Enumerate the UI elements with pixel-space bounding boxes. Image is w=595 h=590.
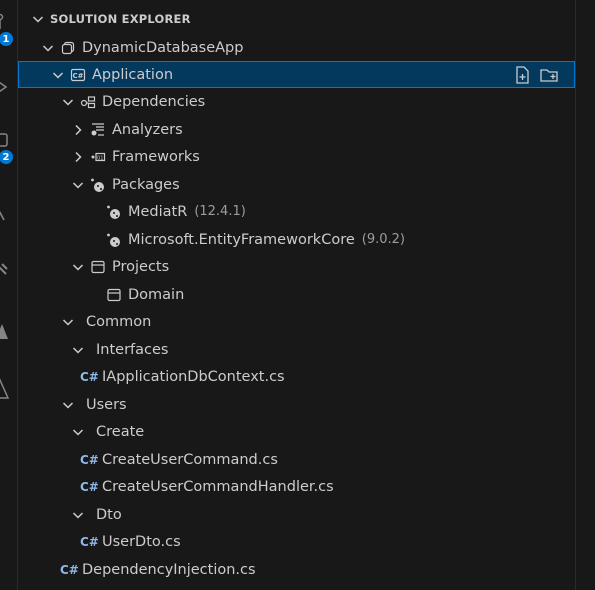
csharp-file-icon: C#	[80, 479, 99, 494]
tree-item-dependencies[interactable]: Dependencies	[18, 88, 575, 115]
tree-item-label: DynamicDatabaseApp	[82, 39, 244, 56]
csharp-file-icon: C#	[80, 534, 99, 549]
tree-item-file-createusercommandhandler[interactable]: C# CreateUserCommandHandler.cs	[18, 473, 575, 500]
testing-icon[interactable]	[0, 202, 16, 224]
tree-item-label: UserDto.cs	[102, 533, 181, 550]
tree-item-label: Analyzers	[112, 121, 183, 138]
tree-item-package-efcore[interactable]: Microsoft.EntityFrameworkCore (9.0.2)	[18, 226, 575, 253]
panel-header[interactable]: SOLUTION EXPLORER	[18, 8, 575, 30]
tree-item-label: Frameworks	[112, 148, 200, 165]
chevron-right-icon[interactable]	[70, 122, 86, 138]
csharp-file-icon: C#	[80, 369, 99, 384]
tree-item-label: Packages	[112, 176, 180, 193]
tree-item-label: IApplicationDbContext.cs	[102, 368, 285, 385]
svg-text:C#: C#	[72, 72, 83, 80]
tree-item-folder-create[interactable]: Create	[18, 418, 575, 445]
tree-item-folder-users[interactable]: Users	[18, 391, 575, 418]
chevron-down-icon[interactable]	[30, 11, 46, 27]
csharp-file-icon: C#	[60, 562, 79, 577]
new-file-icon[interactable]	[513, 65, 533, 85]
tree-item-frameworks[interactable]: 01 Frameworks	[18, 143, 575, 170]
wrench-icon[interactable]	[0, 258, 16, 280]
chevron-down-icon[interactable]	[70, 342, 86, 358]
tree-item-label: DependencyInjection.cs	[82, 561, 256, 578]
tree-item-file-iapplicationdbcontext[interactable]: C# IApplicationDbContext.cs	[18, 363, 575, 390]
tree-item-folder-common[interactable]: Common	[18, 308, 575, 335]
tree-item-folder-dto[interactable]: Dto	[18, 501, 575, 528]
chevron-down-icon[interactable]	[70, 177, 86, 193]
tree-item-solution[interactable]: DynamicDatabaseApp	[18, 34, 575, 61]
tree-item-folder-interfaces[interactable]: Interfaces	[18, 336, 575, 363]
chevron-right-icon[interactable]	[70, 149, 86, 165]
tree-item-file-createusercommand[interactable]: C# CreateUserCommand.cs	[18, 446, 575, 473]
solution-explorer-panel: SOLUTION EXPLORER DynamicDatabaseApp C# …	[18, 0, 575, 590]
tree-item-label: Microsoft.EntityFrameworkCore	[128, 231, 355, 248]
tree-item-label: Projects	[112, 258, 170, 275]
tree-item-label: Domain	[128, 286, 185, 303]
package-icon	[107, 205, 120, 219]
package-icon	[91, 178, 104, 192]
chevron-down-icon[interactable]	[70, 259, 86, 275]
source-control-badge: 1	[0, 31, 14, 47]
chevron-down-icon[interactable]	[60, 314, 76, 330]
dependencies-icon	[80, 95, 96, 108]
tree-item-label: CreateUserCommand.cs	[102, 451, 278, 468]
tree-item-label: MediatR	[128, 203, 188, 220]
project-icon	[107, 288, 121, 301]
tree-item-label: Application	[92, 66, 174, 83]
solution-icon	[61, 41, 75, 54]
chevron-down-icon[interactable]	[50, 67, 66, 83]
tree-item-file-dependencyinjection[interactable]: C# DependencyInjection.cs	[18, 556, 575, 583]
project-icon	[91, 260, 105, 273]
csharp-file-icon: C#	[80, 452, 99, 467]
warning-icon[interactable]	[0, 322, 16, 344]
package-version: (12.4.1)	[194, 204, 246, 219]
flask-icon[interactable]	[0, 378, 16, 400]
tree-item-package-mediatr[interactable]: MediatR (12.4.1)	[18, 198, 575, 225]
tree-item-projects[interactable]: Projects	[18, 253, 575, 280]
tree-item-label: CreateUserCommandHandler.cs	[102, 478, 334, 495]
tree-item-application-project[interactable]: C# Application	[18, 61, 575, 88]
package-version: (9.0.2)	[361, 232, 405, 247]
run-debug-icon[interactable]	[0, 76, 16, 98]
activity-bar: 1 2	[0, 0, 18, 590]
tree-item-label: Interfaces	[96, 341, 169, 358]
tree-item-label: Dto	[96, 506, 122, 523]
frameworks-icon: 01	[91, 152, 106, 161]
window: 1 2 SOLUTION EXPLORER DynamicDatabaseApp…	[0, 0, 595, 590]
row-actions	[513, 65, 559, 85]
svg-text:01: 01	[97, 155, 103, 161]
extensions-badge: 2	[0, 149, 14, 165]
tree-item-label: Users	[86, 396, 127, 413]
chevron-down-icon[interactable]	[60, 397, 76, 413]
tree-item-label: Create	[96, 423, 145, 440]
analyzers-icon	[91, 122, 104, 136]
chevron-down-icon[interactable]	[70, 507, 86, 523]
new-folder-icon[interactable]	[539, 65, 559, 85]
editor-edge	[575, 0, 595, 590]
chevron-down-icon[interactable]	[60, 94, 76, 110]
chevron-down-icon[interactable]	[40, 40, 56, 56]
panel-title: SOLUTION EXPLORER	[50, 12, 191, 26]
tree-item-project-domain[interactable]: Domain	[18, 281, 575, 308]
tree-item-analyzers[interactable]: Analyzers	[18, 116, 575, 143]
tree-item-label: Dependencies	[102, 93, 206, 110]
tree-item-packages[interactable]: Packages	[18, 171, 575, 198]
chevron-down-icon[interactable]	[70, 424, 86, 440]
tree-item-file-userdto[interactable]: C# UserDto.cs	[18, 528, 575, 555]
csharp-project-icon: C#	[70, 68, 86, 81]
package-icon	[107, 233, 120, 247]
tree-item-label: Common	[86, 313, 152, 330]
